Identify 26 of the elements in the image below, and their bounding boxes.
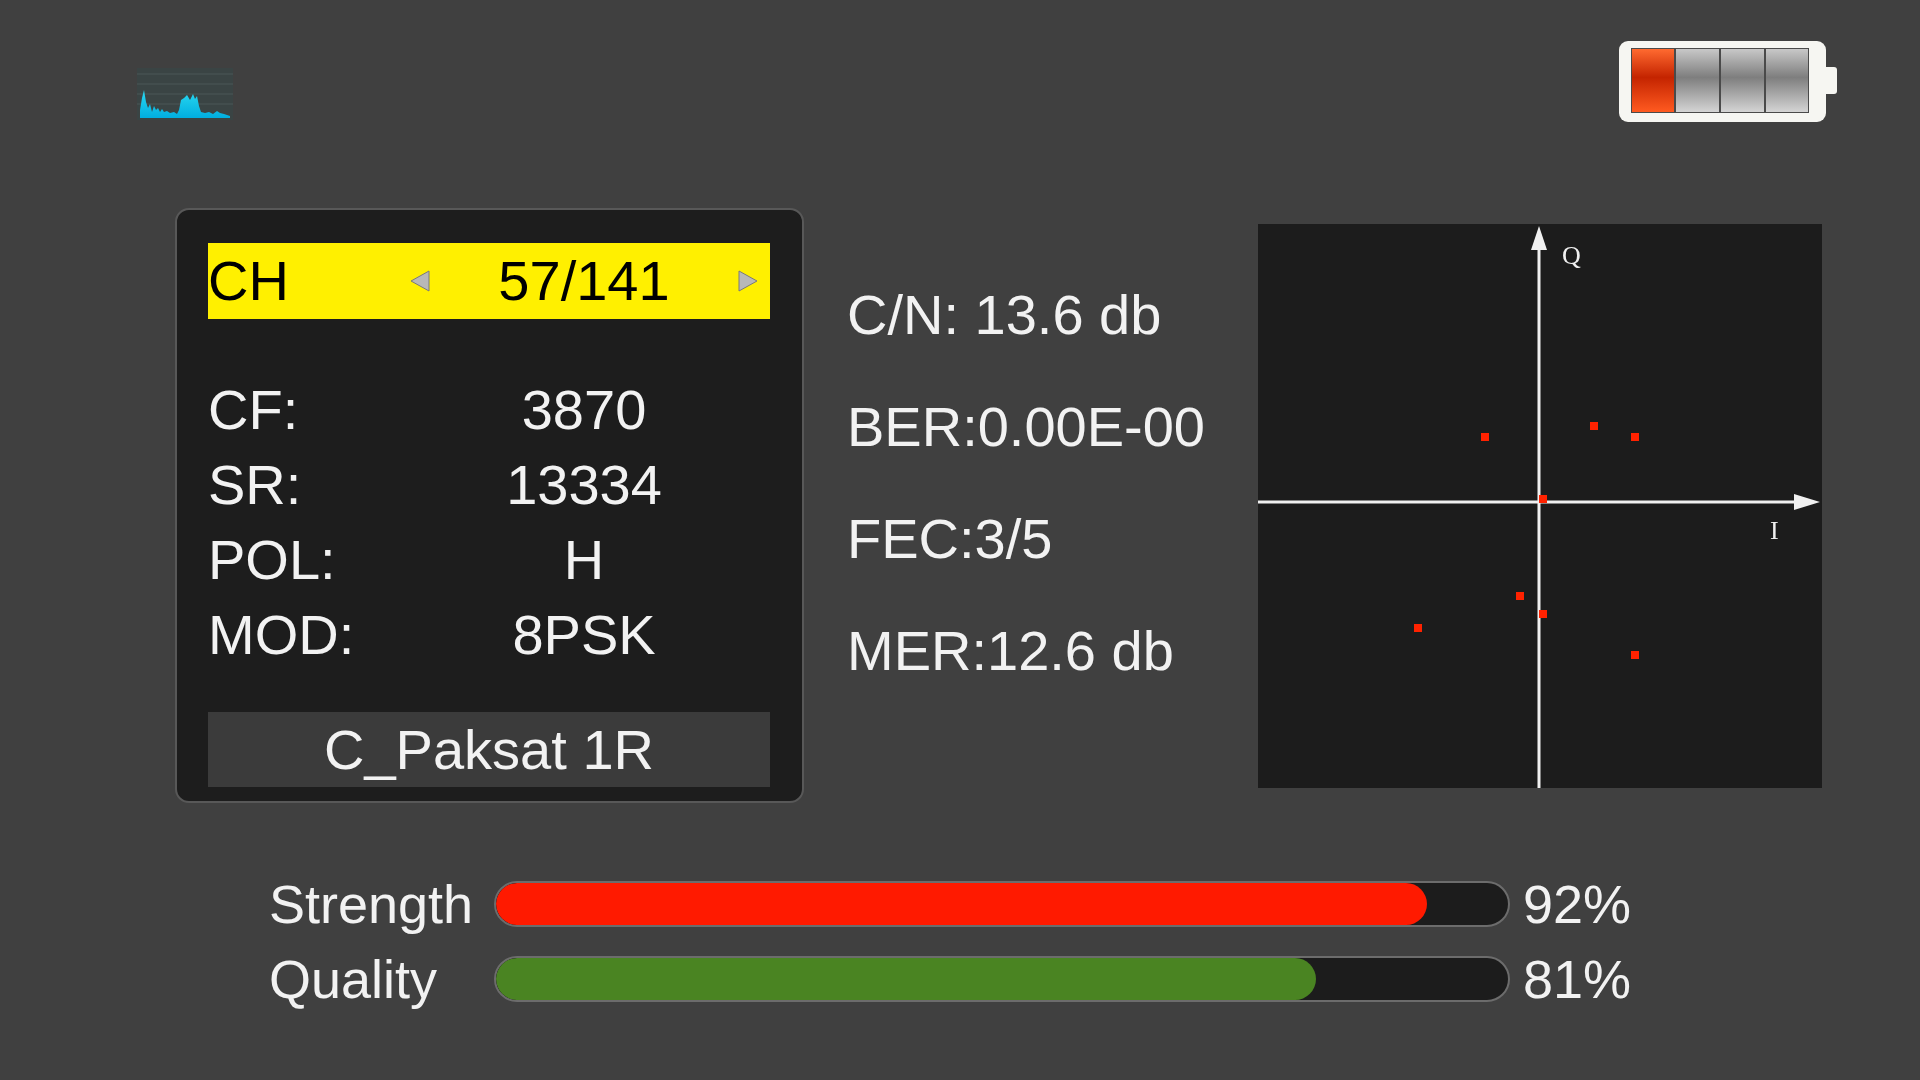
param-value: H	[563, 528, 605, 592]
param-label: MOD:	[208, 603, 355, 667]
channel-selector[interactable]: CH 57/141	[208, 243, 770, 319]
param-value: 8PSK	[512, 603, 656, 667]
left-triangle-icon	[410, 270, 430, 292]
signal-metric: MER:12.6 db	[847, 619, 1174, 683]
signal-metric: C/N: 13.6 db	[847, 283, 1162, 347]
meter-reading: 81%	[1523, 949, 1632, 1009]
param-label: SR:	[208, 453, 302, 517]
meter-label: Strength	[269, 874, 475, 934]
signal-metric: FEC:3/5	[847, 507, 1053, 571]
param-value: 3870	[521, 378, 647, 442]
param-label: POL:	[208, 528, 336, 592]
right-triangle-icon	[738, 270, 758, 292]
signal-metric: BER:0.00E-00	[847, 395, 1205, 459]
battery-icon	[1618, 40, 1838, 123]
meter-reading: 92%	[1523, 874, 1632, 934]
param-label: CF:	[208, 378, 299, 442]
param-value: 13334	[506, 453, 662, 517]
axis-label: Q	[1562, 242, 1581, 270]
channel-label: CH	[208, 249, 290, 313]
channel-number: 57/141	[498, 249, 670, 313]
meter-label: Quality	[269, 949, 439, 1009]
satellite-name: C_Paksat 1R	[208, 712, 770, 787]
axis-label: I	[1770, 517, 1779, 545]
spectrum-graph-icon	[137, 68, 233, 120]
